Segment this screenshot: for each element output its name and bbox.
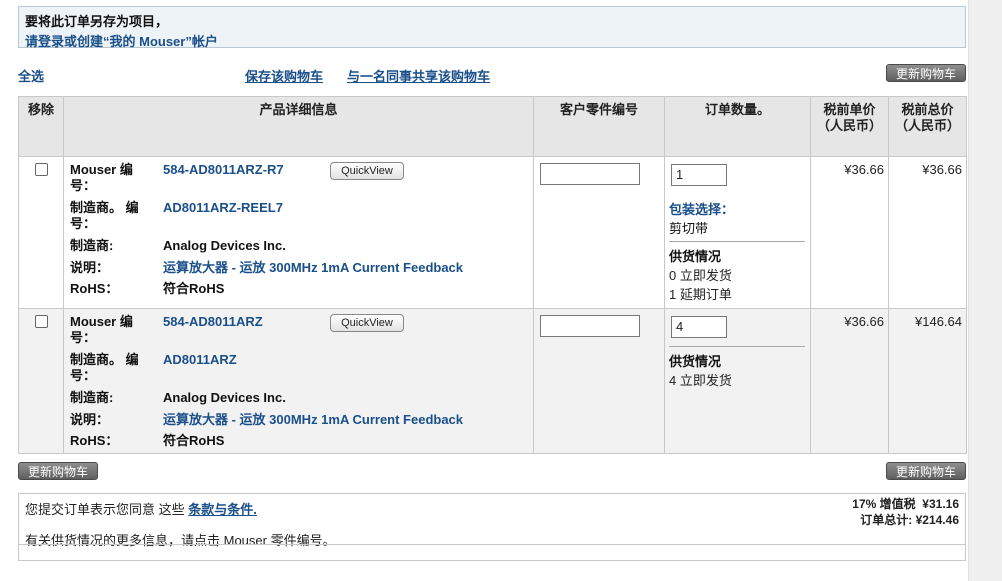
- notice-title: 要将此订单另存为项目，: [25, 14, 169, 29]
- vat-label: 17% 增值税: [852, 497, 916, 511]
- description-link[interactable]: 运算放大器 - 运放 300MHz 1mA Current Feedback: [163, 260, 463, 276]
- cart-table: 移除 产品详细信息 客户零件编号 订单数量。 税前单价（人民币） 税前总价（人民…: [18, 96, 967, 454]
- update-cart-button-top[interactable]: 更新购物车: [885, 64, 966, 82]
- header-customer-part: 客户零件编号: [533, 96, 665, 157]
- availability-backorder: 1 延期订单: [669, 287, 732, 302]
- label-rohs: RoHS：: [70, 433, 119, 448]
- update-cart-button-left[interactable]: 更新购物车: [18, 462, 99, 480]
- header-unit-price: 税前单价（人民币）: [810, 96, 889, 157]
- quantity-input[interactable]: 1: [671, 164, 727, 186]
- description-link[interactable]: 运算放大器 - 运放 300MHz 1mA Current Feedback: [163, 412, 463, 428]
- divider: [669, 346, 805, 347]
- label-mfr-no: 制造商。 编号：: [70, 200, 139, 231]
- save-project-notice: 要将此订单另存为项目， 请登录或创建“我的 Mouser”帐户: [18, 6, 966, 50]
- header-remove: 移除: [18, 96, 64, 157]
- rohs-value: 符合RoHS: [163, 433, 225, 448]
- update-cart-button-right[interactable]: 更新购物车: [885, 462, 966, 480]
- availability-title: 供货情况: [669, 354, 722, 369]
- order-terms-box: 您提交订单表示您同意 这些 条款与条件. 有关供货情况的更多信息，请点击 Mou…: [18, 493, 966, 561]
- customer-part-input[interactable]: [540, 163, 640, 185]
- scrollbar-track[interactable]: [968, 0, 1002, 581]
- label-mouser-no: Mouser 编号：: [70, 162, 133, 193]
- vat-value: ¥31.16: [922, 497, 959, 511]
- quantity-input[interactable]: 4: [671, 316, 727, 338]
- ext-price: ¥146.64: [888, 308, 967, 454]
- cart-bottom-toolbar: 更新购物车 更新购物车: [18, 462, 966, 480]
- total-label: 订单总计:: [860, 513, 913, 527]
- ext-price: ¥36.66: [888, 156, 967, 309]
- availability-info: 有关供货情况的更多信息，请点击 Mouser 零件编号。: [25, 533, 336, 548]
- header-quantity: 订单数量。: [664, 96, 811, 157]
- label-manufacturer: 制造商:: [70, 390, 114, 405]
- availability-in-stock: 4 立即发货: [669, 373, 732, 388]
- label-description: 说明：: [70, 412, 110, 427]
- manufacturer-value: Analog Devices Inc.: [163, 238, 286, 253]
- product-details: Mouser 编号： 584-AD8011ARZ QuickView 制造商。 …: [68, 314, 529, 448]
- product-details: Mouser 编号： 584-AD8011ARZ-R7 QuickView 制造…: [68, 162, 529, 296]
- remove-checkbox[interactable]: [35, 163, 48, 176]
- divider: [669, 241, 805, 242]
- terms-prefix: 您提交订单表示您同意 这些: [25, 502, 185, 517]
- quickview-button[interactable]: QuickView: [330, 314, 404, 332]
- availability-in-stock: 0 立即发货: [669, 268, 732, 283]
- header-details: 产品详细信息: [63, 96, 534, 157]
- table-row: Mouser 编号： 584-AD8011ARZ QuickView 制造商。 …: [18, 308, 967, 454]
- table-row: Mouser 编号： 584-AD8011ARZ-R7 QuickView 制造…: [18, 156, 967, 309]
- order-totals: 17% 增值税 ¥31.16 订单总计: ¥214.46: [852, 496, 959, 528]
- label-rohs: RoHS：: [70, 281, 119, 296]
- label-mfr-no: 制造商。 编号：: [70, 352, 139, 383]
- mfr-part-link[interactable]: AD8011ARZ: [163, 352, 237, 368]
- label-manufacturer: 制造商:: [70, 238, 114, 253]
- select-all-link[interactable]: 全选: [18, 66, 44, 85]
- manufacturer-value: Analog Devices Inc.: [163, 390, 286, 405]
- quickview-button[interactable]: QuickView: [330, 162, 404, 180]
- terms-link[interactable]: 条款与条件.: [188, 502, 257, 517]
- cart-toolbar: 全选 保存该购物车 与一名同事共享该购物车 更新购物车: [18, 64, 966, 84]
- save-cart-link[interactable]: 保存该购物车: [245, 66, 323, 85]
- header-ext-price: 税前总价（人民币）: [888, 96, 967, 157]
- divider: [19, 544, 965, 545]
- share-cart-link[interactable]: 与一名同事共享该购物车: [347, 66, 490, 85]
- label-mouser-no: Mouser 编号：: [70, 314, 133, 345]
- mouser-part-link[interactable]: 584-AD8011ARZ: [163, 314, 263, 330]
- package-value: 剪切带: [669, 221, 709, 236]
- mfr-part-link[interactable]: AD8011ARZ-REEL7: [163, 200, 283, 216]
- availability-title: 供货情况: [669, 249, 722, 264]
- terms-line: 您提交订单表示您同意 这些 条款与条件.: [25, 499, 257, 518]
- mouser-part-link[interactable]: 584-AD8011ARZ-R7: [163, 162, 284, 178]
- unit-price: ¥36.66: [810, 156, 889, 309]
- login-link[interactable]: 请登录或创建“我的 Mouser”帐户: [25, 31, 959, 50]
- customer-part-input[interactable]: [540, 315, 640, 337]
- label-description: 说明：: [70, 260, 110, 275]
- rohs-value: 符合RoHS: [163, 281, 225, 296]
- remove-checkbox[interactable]: [35, 315, 48, 328]
- total-value: ¥214.46: [915, 513, 959, 527]
- package-select-label[interactable]: 包装选择：: [669, 199, 806, 218]
- unit-price: ¥36.66: [810, 308, 889, 454]
